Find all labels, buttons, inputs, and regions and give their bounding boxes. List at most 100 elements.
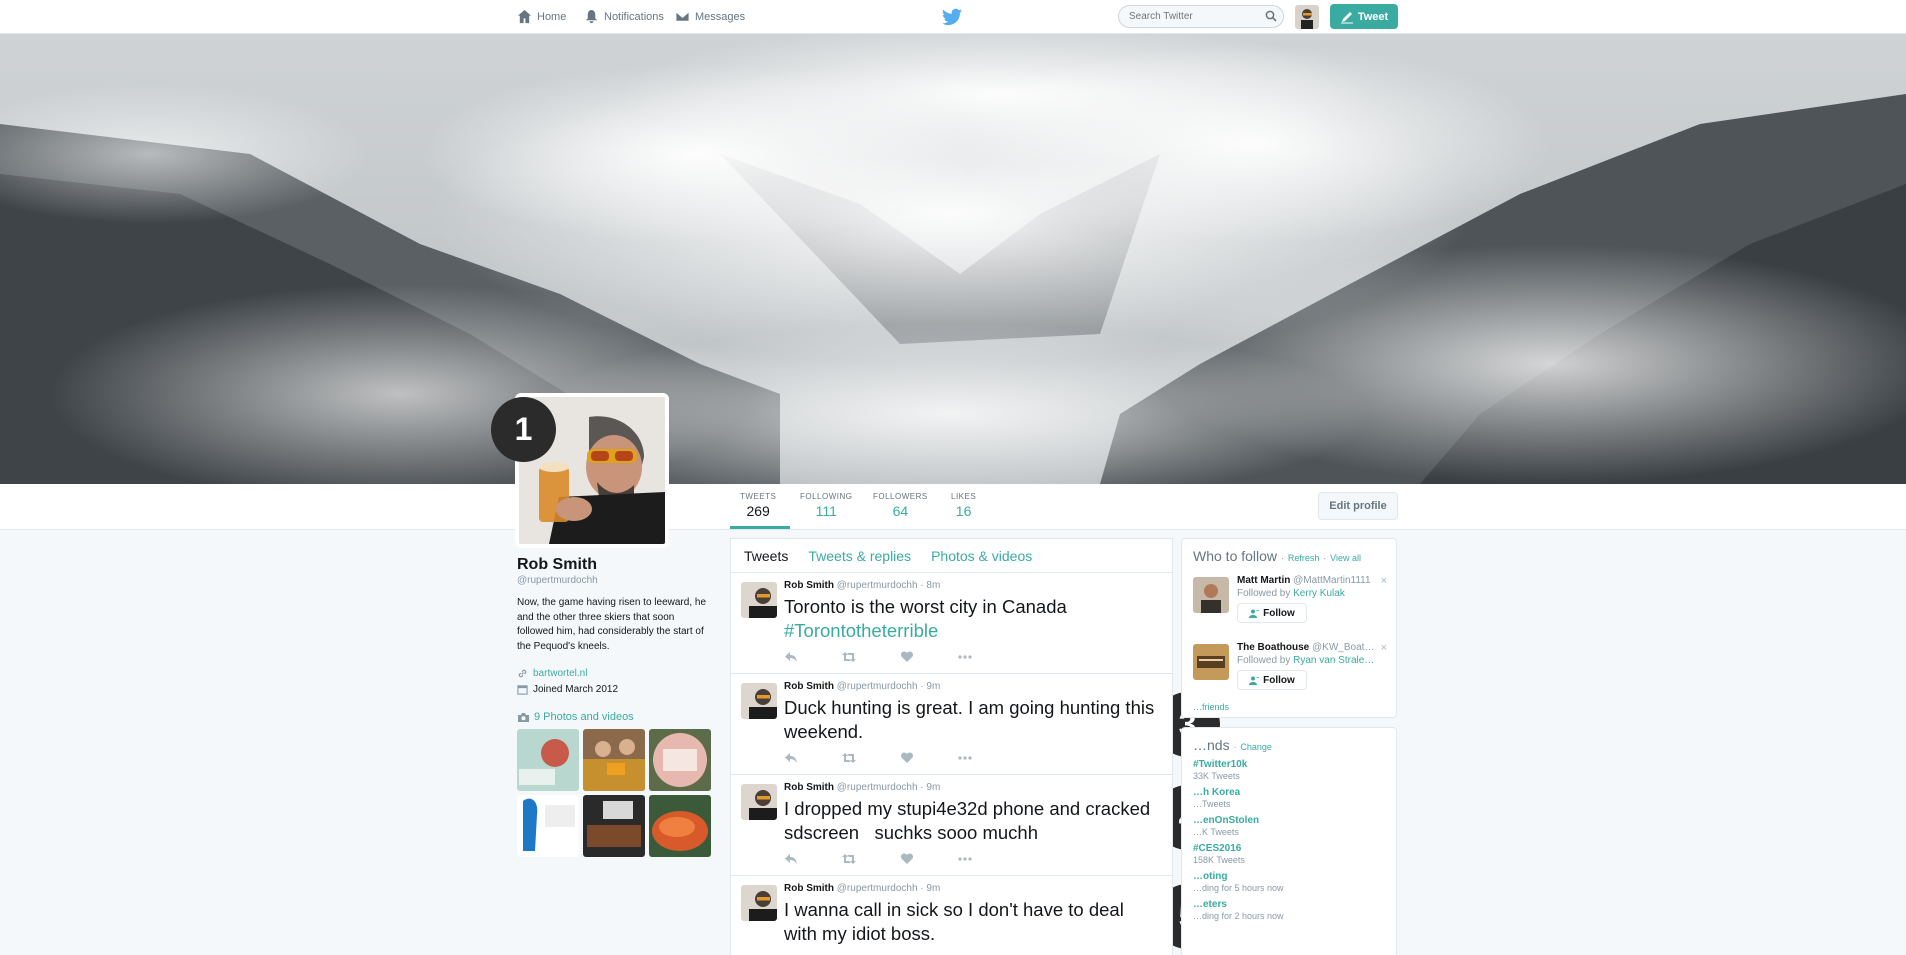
suggestion-avatar[interactable] (1193, 577, 1229, 613)
tweet-meta[interactable]: @rupertmurdochh · 9m (837, 883, 941, 894)
tweet-avatar[interactable] (741, 582, 777, 618)
stat-followers[interactable]: FOLLOWERS 64 (873, 492, 928, 519)
trends-panel: …nds · Change #Twitter10k 33K Tweets …h … (1181, 727, 1397, 955)
tweet-meta[interactable]: @rupertmurdochh · 8m (837, 580, 941, 591)
media-thumbnail[interactable] (649, 729, 711, 791)
nav-avatar[interactable] (1295, 5, 1319, 29)
tweet-hashtag[interactable]: #Torontotheterrible (784, 619, 1159, 643)
tweet-meta[interactable]: @rupertmurdochh · 9m (837, 681, 941, 692)
suggestion-item: The Boathouse @KW_Boat… Followed by Ryan… (1193, 642, 1387, 698)
tweet-author-name[interactable]: Rob Smith (784, 782, 834, 793)
profile-joined: Joined March 2012 (517, 684, 712, 695)
media-thumbnail[interactable] (583, 795, 645, 857)
media-thumbnail[interactable] (517, 729, 579, 791)
profile-handle[interactable]: @rupertmurdochh (517, 575, 712, 586)
twitter-bird-icon[interactable] (942, 8, 962, 26)
tweet-avatar[interactable] (741, 885, 777, 921)
dismiss-suggestion-icon[interactable]: × (1381, 575, 1387, 587)
stat-likes[interactable]: LIKES 16 (951, 492, 976, 519)
compose-tweet-label: Tweet (1357, 10, 1389, 23)
tweet-avatar[interactable] (741, 683, 777, 719)
search-input[interactable] (1118, 5, 1284, 28)
trend-item[interactable]: #CES2016 158K Tweets (1193, 843, 1385, 865)
photos-videos-link[interactable]: 9 Photos and videos (517, 711, 712, 723)
view-all-link[interactable]: View all (1330, 553, 1361, 563)
stat-following[interactable]: FOLLOWING 111 (800, 492, 853, 519)
trend-item[interactable]: #Twitter10k 33K Tweets (1193, 759, 1385, 781)
profile-name[interactable]: Rob Smith (517, 556, 712, 574)
tweet-text: Duck hunting is great. I am going huntin… (784, 697, 1155, 742)
tab-tweets[interactable]: Tweets (744, 548, 788, 564)
follow-button[interactable]: Follow (1237, 603, 1307, 623)
media-thumbnail[interactable] (583, 729, 645, 791)
tweet-item[interactable]: Rob Smith @rupertmurdochh · 9m Duck hunt… (731, 674, 1172, 775)
dismiss-suggestion-icon[interactable]: × (1381, 642, 1387, 654)
trend-count: …Tweets (1193, 799, 1231, 809)
more-icon[interactable] (958, 853, 972, 865)
follow-button[interactable]: Follow (1237, 670, 1307, 690)
compose-tweet-button[interactable]: Tweet (1330, 4, 1398, 29)
add-user-icon (1249, 609, 1260, 618)
retweet-icon[interactable] (842, 651, 856, 663)
reply-icon[interactable] (784, 752, 798, 764)
like-icon[interactable] (900, 752, 914, 764)
tab-tweets-replies[interactable]: Tweets & replies (808, 548, 911, 564)
nav-messages[interactable]: Messages (675, 9, 745, 24)
tab-photos-videos[interactable]: Photos & videos (931, 548, 1032, 564)
tweet-meta[interactable]: @rupertmurdochh · 9m (837, 782, 941, 793)
trends-title: …nds (1193, 737, 1230, 753)
followed-by-name[interactable]: Ryan van Strale… (1293, 655, 1374, 666)
more-icon[interactable] (958, 752, 972, 764)
like-icon[interactable] (900, 651, 914, 663)
nav-home-label: Home (537, 10, 567, 23)
search-icon[interactable] (1265, 10, 1277, 22)
trends-change-link[interactable]: Change (1240, 742, 1272, 752)
trend-item[interactable]: …enOnStolen …K Tweets (1193, 815, 1385, 837)
suggestion-name-line[interactable]: The Boathouse @KW_Boat… (1237, 642, 1387, 653)
profile-website[interactable]: bartwortel.nl (517, 668, 712, 679)
nav-home[interactable]: Home (517, 9, 566, 24)
more-icon[interactable] (958, 651, 972, 663)
compose-icon (1340, 11, 1353, 23)
nav-messages-label: Messages (695, 10, 746, 23)
media-thumbnail[interactable] (649, 795, 711, 857)
media-thumbnails (517, 729, 712, 857)
nav-notifications[interactable]: Notifications (584, 9, 664, 24)
stat-followers-label: FOLLOWERS (873, 492, 928, 501)
like-icon[interactable] (900, 853, 914, 865)
suggestion-followed-by: Followed by Kerry Kulak (1237, 588, 1387, 599)
tweet-item[interactable]: Rob Smith @rupertmurdochh · 9m I dropped… (731, 775, 1172, 876)
reply-icon[interactable] (784, 853, 798, 865)
nav-notifications-label: Notifications (604, 10, 664, 23)
add-user-icon (1249, 676, 1260, 685)
trend-name: …oting (1193, 871, 1228, 882)
tweet-item[interactable]: Rob Smith @rupertmurdochh · 9m I wanna c… (731, 876, 1172, 955)
trend-item[interactable]: …eters …ding for 2 hours now (1193, 899, 1385, 921)
media-thumbnail[interactable] (517, 795, 579, 857)
followed-by-name[interactable]: Kerry Kulak (1293, 588, 1345, 599)
stat-tweets-value: 269 (746, 503, 770, 519)
top-navigation-bar: Home Notifications Messages Tweet (0, 0, 1906, 34)
refresh-link[interactable]: Refresh (1288, 553, 1320, 563)
tweet-author-name[interactable]: Rob Smith (784, 580, 834, 591)
tweet-actions (784, 651, 972, 663)
tweet-avatar[interactable] (741, 784, 777, 820)
suggestion-name-line[interactable]: Matt Martin @MattMartin1111 (1237, 575, 1387, 586)
tweet-author-name[interactable]: Rob Smith (784, 681, 834, 692)
trend-item[interactable]: …oting …ding for 5 hours now (1193, 871, 1385, 893)
followed-by-prefix: Followed by (1237, 655, 1291, 666)
trends-header: …nds · Change (1193, 737, 1272, 753)
tweet-item[interactable]: Rob Smith @rupertmurdochh · 8m Toronto i… (731, 573, 1172, 674)
stat-tweets[interactable]: TWEETS 269 (740, 492, 776, 519)
trend-item[interactable]: …h Korea …Tweets (1193, 787, 1385, 809)
trend-name: …enOnStolen (1193, 815, 1260, 826)
suggestion-name: Matt Martin (1237, 575, 1291, 586)
suggestion-avatar[interactable] (1193, 644, 1229, 680)
tweet-author-name[interactable]: Rob Smith (784, 883, 834, 894)
retweet-icon[interactable] (842, 853, 856, 865)
retweet-icon[interactable] (842, 752, 856, 764)
reply-icon[interactable] (784, 651, 798, 663)
find-friends-link[interactable]: …friends (1193, 702, 1385, 712)
edit-profile-button[interactable]: Edit profile (1318, 492, 1398, 520)
trend-count: …ding for 2 hours now (1193, 911, 1284, 921)
